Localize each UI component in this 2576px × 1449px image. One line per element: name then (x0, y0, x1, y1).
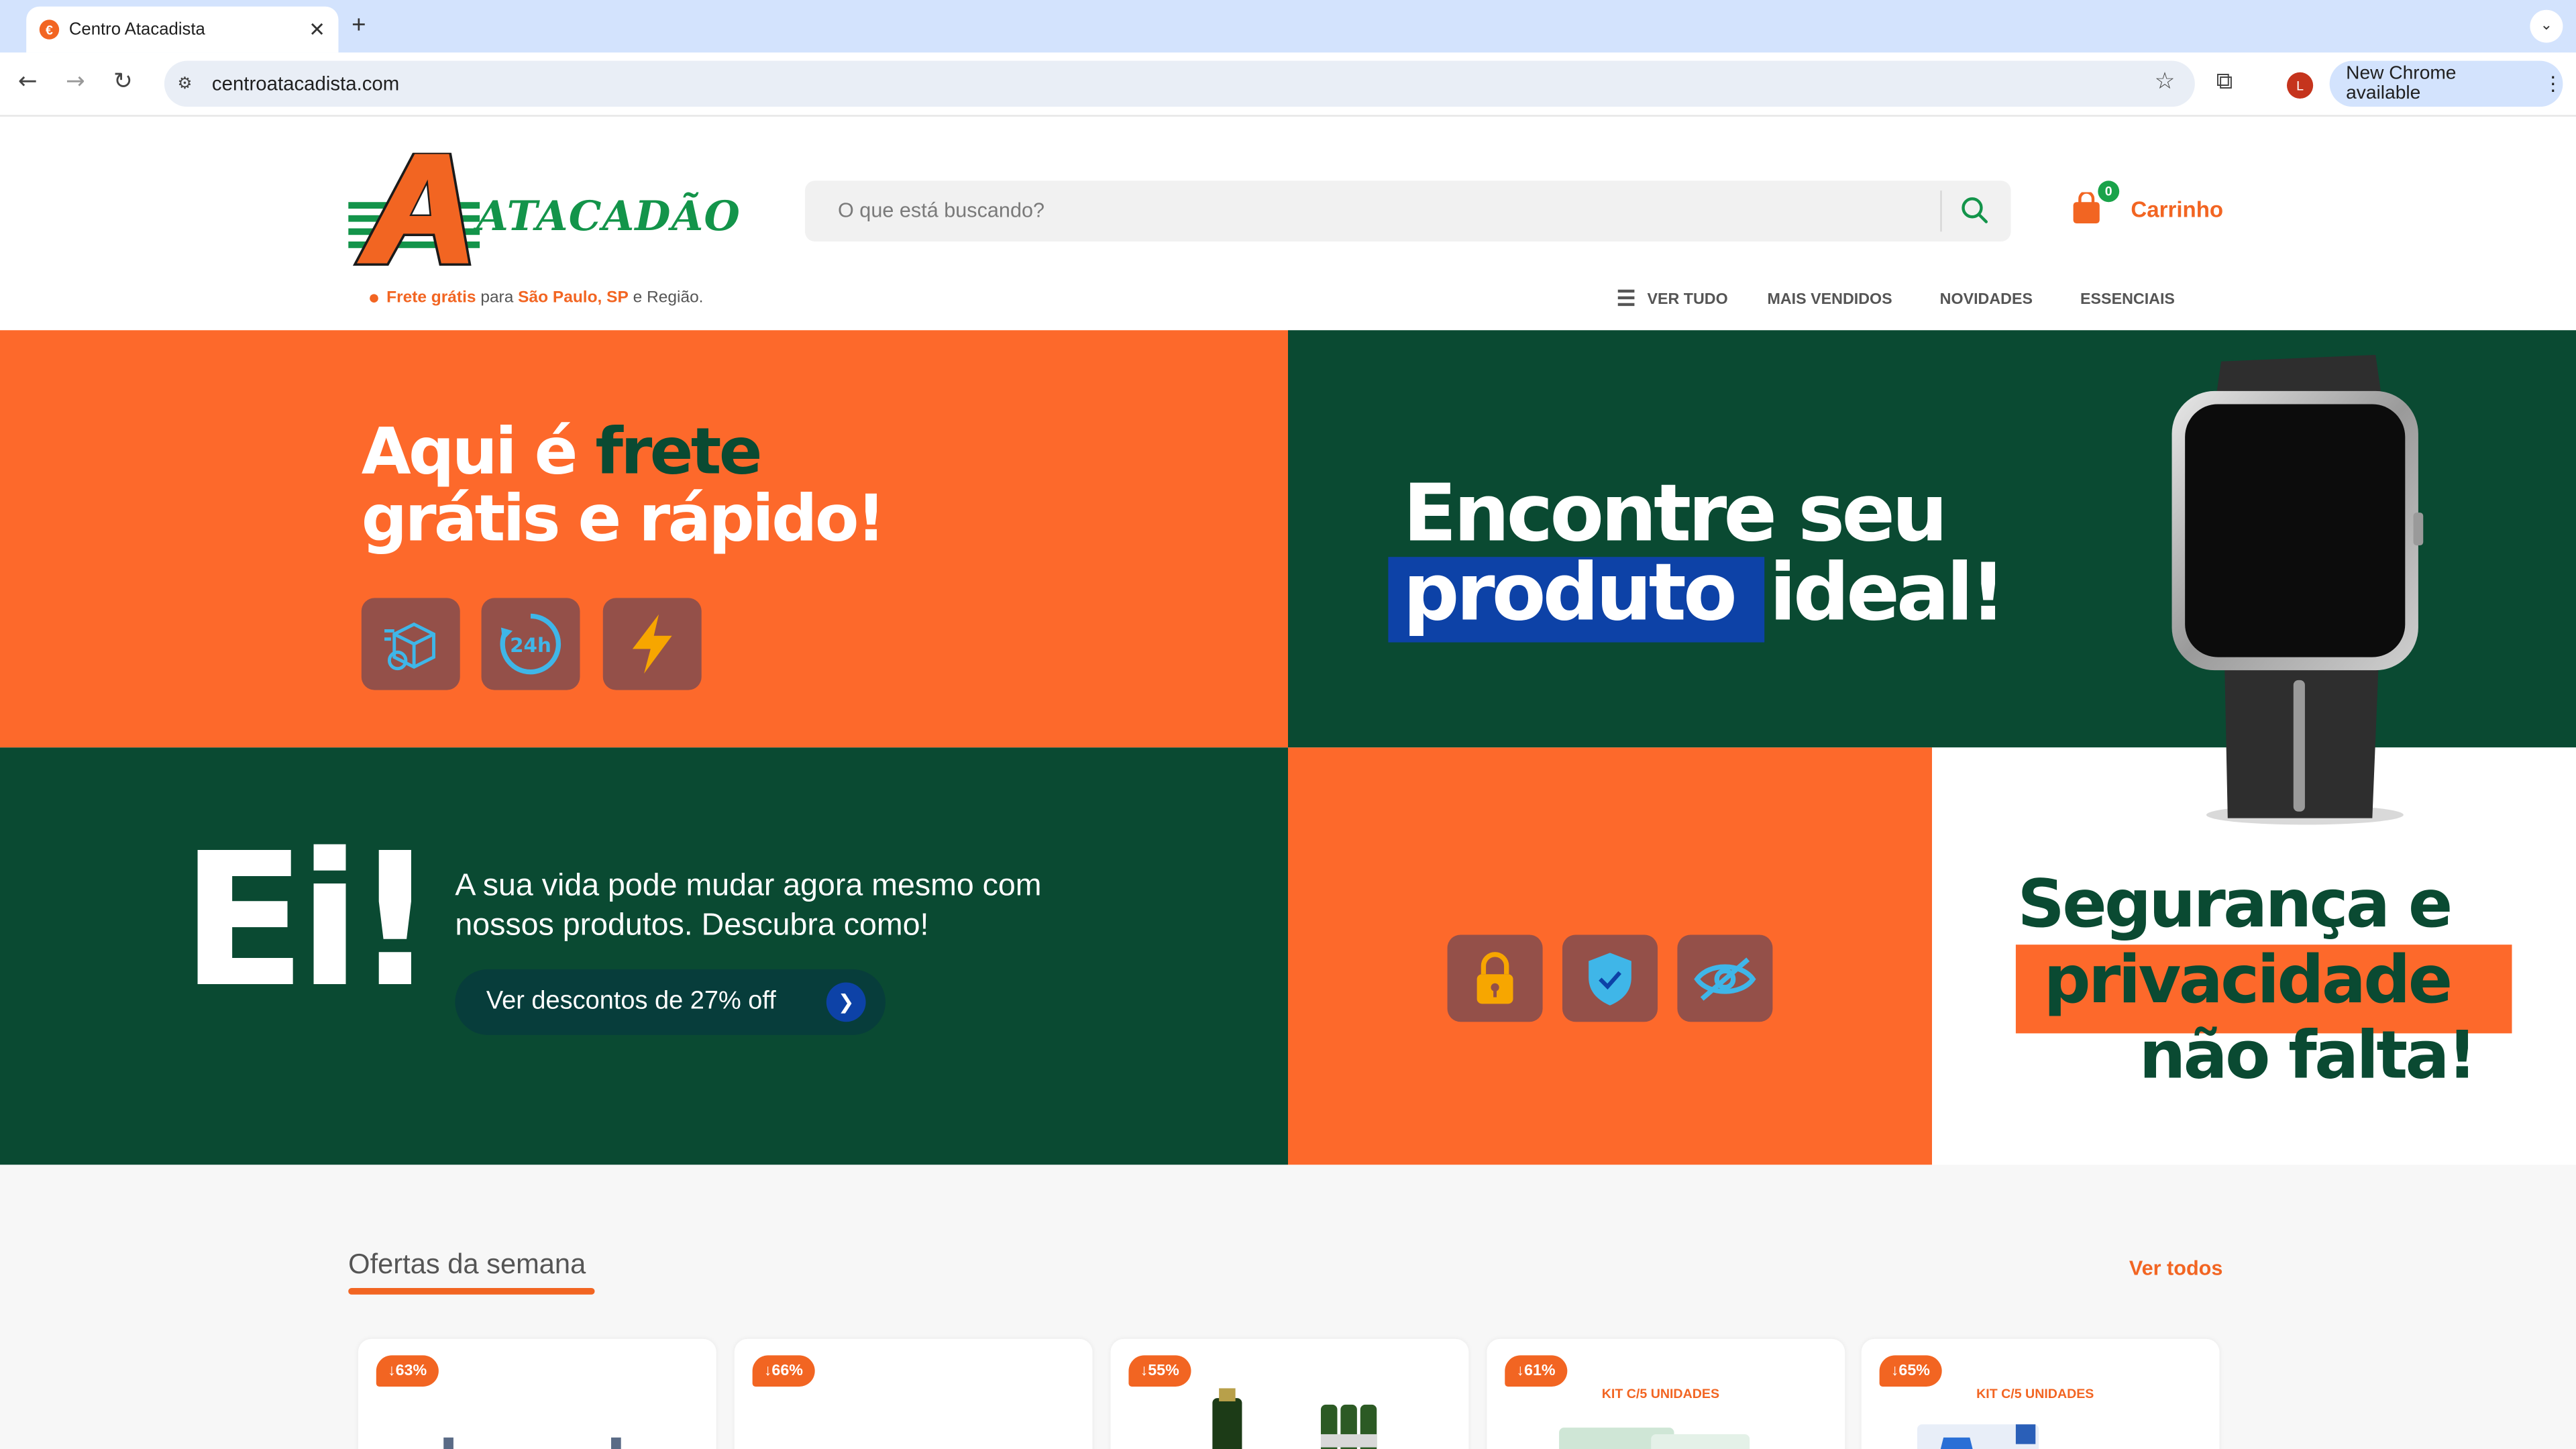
shopping-bag-icon: 0 (2070, 180, 2120, 225)
shipping-headline-line2: grátis e rápido! (361, 483, 886, 557)
24h-label: 24h (510, 634, 551, 657)
box-delivery-icon (361, 598, 460, 690)
update-label: New Chrome available (2346, 64, 2457, 104)
freight-region: São Paulo, SP (518, 288, 629, 307)
shipping-headline-green: frete (595, 415, 762, 490)
security-icons-banner (1288, 747, 1932, 1165)
24h-clock-icon: 24h (481, 598, 580, 690)
hamburger-menu-icon: ☰ (1616, 286, 1636, 311)
discount-badge: ↓66% (752, 1355, 815, 1387)
product-card[interactable]: ↓63% (358, 1338, 716, 1449)
search-input[interactable]: O que está buscando? (838, 199, 1044, 221)
cart-button[interactable]: 0 Carrinho (2070, 180, 2224, 225)
site-header: ATACADÃO ● Frete grátis para São Paulo, … (0, 116, 2576, 331)
cart-label: Carrinho (2131, 196, 2224, 221)
forward-arrow-icon[interactable]: → (66, 69, 85, 95)
product-headline-highlight: produto (1403, 547, 1737, 639)
menu-dots-icon[interactable]: ⋮ (2543, 72, 2563, 95)
shipping-headline-line1: Aqui é frete (361, 415, 763, 490)
product-image (1917, 1424, 2039, 1449)
discount-badge: ↓63% (376, 1355, 439, 1387)
browser-tab[interactable]: € Centro Atacadista ✕ (26, 6, 339, 53)
security-headline-line2: privacidade (2043, 943, 2453, 1019)
nav-label: MAIS VENDIDOS (1767, 290, 1892, 309)
address-bar[interactable]: ⚙ centroatacadista.com ☆ (164, 60, 2195, 107)
extensions-icon[interactable]: ⧉ (2216, 69, 2233, 95)
see-all-link[interactable]: Ver todos (2129, 1256, 2223, 1279)
eye-off-icon (1677, 934, 1773, 1022)
offers-title-underline (348, 1288, 595, 1295)
promo-text: A sua vida pode mudar agora mesmo com no… (455, 869, 1042, 943)
offers-title: Ofertas da semana (348, 1248, 586, 1280)
ei-headline: Ei! (180, 814, 437, 1029)
security-headline-line1: Segurança e (2017, 867, 2453, 943)
lock-icon (1447, 934, 1543, 1022)
profile-avatar[interactable]: L (2286, 72, 2314, 99)
nav-mais-vendidos[interactable]: MAIS VENDIDOS (1767, 290, 1892, 308)
tab-strip: € Centro Atacadista ✕ + ⌄ (0, 0, 2576, 53)
lightning-icon (602, 598, 702, 690)
url-text: centroatacadista.com (211, 72, 400, 96)
freight-free-label: Frete grátis (386, 288, 476, 307)
close-tab-icon[interactable]: ✕ (309, 18, 325, 41)
product-card[interactable]: ↓65% KIT C/5 UNIDADES (1861, 1338, 2220, 1449)
product-image (1212, 1388, 1377, 1449)
cart-count-badge: 0 (2098, 180, 2120, 203)
browser-window: € Centro Atacadista ✕ + ⌄ ← → ↻ ⚙ centro… (0, 0, 2576, 1449)
logo-wordmark: ATACADÃO (476, 192, 741, 240)
location-pin-icon: ● (368, 286, 380, 309)
search-divider (1940, 191, 1942, 232)
nav-novidades[interactable]: NOVIDADES (1940, 290, 2033, 308)
discount-badge: ↓55% (1128, 1355, 1191, 1387)
shipping-banner[interactable]: Aqui é frete grátis e rápido! 24h (0, 330, 1288, 748)
freight-suffix: e Região. (628, 288, 704, 307)
tab-search-dropdown-icon[interactable]: ⌄ (2530, 9, 2563, 43)
discount-cta-button[interactable]: Ver descontos de 27% off ❯ (455, 969, 885, 1035)
shipping-headline-white: Aqui é (361, 415, 596, 490)
product-image (443, 1437, 621, 1449)
nav-label: VER TUDO (1647, 290, 1728, 309)
atacadao-logo[interactable]: ATACADÃO (348, 151, 759, 271)
bookmark-star-icon[interactable]: ☆ (2155, 69, 2176, 95)
product-headline-rest: ideal! (1769, 547, 2006, 639)
discount-badge: ↓61% (1505, 1355, 1567, 1387)
arrow-right-icon: ❯ (826, 982, 866, 1022)
freight-connector: para (476, 288, 519, 307)
shield-check-icon (1562, 934, 1658, 1022)
smartwatch-image (2171, 354, 2424, 825)
product-card[interactable]: ↓55% (1110, 1338, 1469, 1449)
reload-icon[interactable]: ↻ (113, 69, 133, 95)
new-chrome-available-button[interactable]: New Chrome available ⋮ (2329, 60, 2563, 107)
freight-info: ● Frete grátis para São Paulo, SP e Regi… (368, 286, 704, 309)
search-bar[interactable]: O que está buscando? (805, 180, 2011, 241)
security-headline-line3: não falta! (2139, 1018, 2477, 1095)
new-tab-button[interactable]: + (352, 11, 366, 40)
nav-ver-tudo[interactable]: ☰ VER TUDO (1617, 286, 1728, 312)
main-navigation: ☰ VER TUDO MAIS VENDIDOS NOVIDADES ESSEN… (1617, 286, 2175, 312)
back-arrow-icon[interactable]: ← (18, 69, 38, 95)
cta-label: Ver descontos de 27% off (486, 987, 776, 1016)
browser-toolbar: ← → ↻ ⚙ centroatacadista.com ☆ ⧉ L New C… (0, 52, 2576, 117)
product-image (1559, 1428, 1750, 1449)
discount-badge: ↓65% (1879, 1355, 1942, 1387)
kit-label: KIT C/5 UNIDADES (1976, 1386, 2094, 1401)
search-icon[interactable] (1960, 195, 1990, 225)
product-card[interactable]: ↓61% KIT C/5 UNIDADES (1487, 1338, 1845, 1449)
tab-title: Centro Atacadista (68, 19, 205, 40)
nav-essenciais[interactable]: ESSENCIAIS (2080, 290, 2175, 308)
product-card[interactable]: ↓66% (734, 1338, 1093, 1449)
offers-section: Ofertas da semana Ver todos ↓63% ↓66% ↓5… (0, 1165, 2576, 1449)
site-settings-icon[interactable]: ⚙ (177, 74, 200, 93)
discount-banner: Ei! A sua vida pode mudar agora mesmo co… (0, 747, 1288, 1165)
site-favicon-icon: € (39, 19, 60, 40)
kit-label: KIT C/5 UNIDADES (1601, 1386, 1720, 1401)
nav-label: NOVIDADES (1939, 290, 2033, 309)
nav-label: ESSENCIAIS (2080, 290, 2175, 309)
